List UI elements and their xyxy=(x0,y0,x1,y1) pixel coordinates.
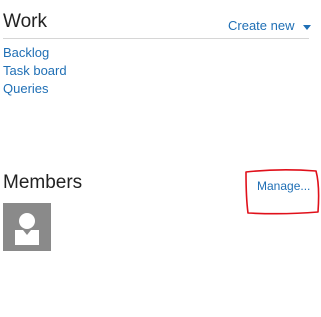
member-avatar[interactable] xyxy=(3,203,51,251)
queries-link[interactable]: Queries xyxy=(3,80,67,98)
create-new-label: Create new xyxy=(228,18,295,33)
team-home-panel: Work Create new Backlog Task board Queri… xyxy=(0,0,321,317)
chevron-down-icon xyxy=(303,24,312,30)
backlog-link[interactable]: Backlog xyxy=(3,44,67,62)
task-board-link[interactable]: Task board xyxy=(3,62,67,80)
create-new-dropdown[interactable]: Create new xyxy=(228,18,312,33)
members-section-title: Members xyxy=(3,172,83,193)
work-section-divider xyxy=(3,38,309,39)
work-links-list: Backlog Task board Queries xyxy=(3,44,67,98)
work-section-title: Work xyxy=(3,11,47,32)
default-user-icon xyxy=(3,203,51,251)
manage-members-link[interactable]: Manage... xyxy=(257,179,310,193)
